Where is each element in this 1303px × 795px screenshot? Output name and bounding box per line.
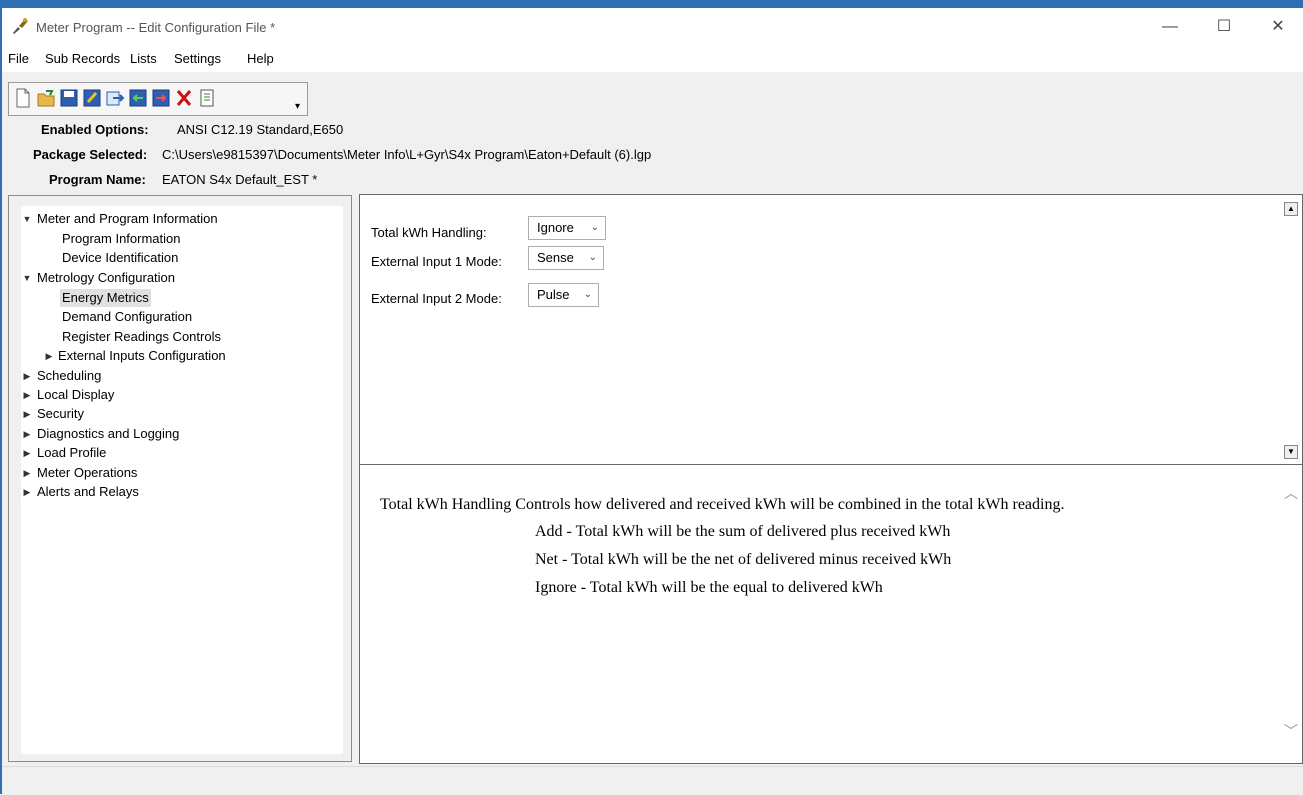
navigation-tree: ▼ Meter and Program Information Program … bbox=[21, 206, 343, 754]
tree-item-label: Security bbox=[37, 406, 84, 421]
description-add: Add - Total kWh will be the sum of deliv… bbox=[535, 523, 951, 540]
tree-item-label: External Inputs Configuration bbox=[58, 348, 226, 363]
chevron-down-icon: ⌄ bbox=[588, 252, 597, 263]
tree-item-label: Metrology Configuration bbox=[37, 270, 176, 285]
expand-arrow-icon[interactable]: ▶ bbox=[21, 386, 33, 404]
minimize-button[interactable]: — bbox=[1147, 12, 1193, 42]
select-value: Sense bbox=[537, 250, 574, 265]
scroll-down-button[interactable]: ▼ bbox=[1284, 445, 1298, 459]
expand-arrow-icon[interactable]: ▶ bbox=[21, 483, 33, 501]
scroll-up-button[interactable]: ▲ bbox=[1284, 202, 1298, 216]
total-kwh-handling-select[interactable]: Ignore ⌄ bbox=[528, 216, 606, 240]
menu-sub-records[interactable]: Sub Records bbox=[45, 51, 120, 66]
external-input-2-mode-label: External Input 2 Mode: bbox=[371, 291, 502, 306]
close-button[interactable]: ✕ bbox=[1255, 12, 1301, 42]
tree-item-label: Diagnostics and Logging bbox=[37, 426, 180, 441]
window-border bbox=[0, 8, 2, 794]
package-selected-value: C:\Users\e9815397\Documents\Meter Info\L… bbox=[162, 147, 652, 162]
toolbar: ▾ bbox=[8, 82, 308, 116]
menu-settings[interactable]: Settings bbox=[174, 51, 221, 66]
menu-lists[interactable]: Lists bbox=[130, 51, 157, 66]
delete-icon[interactable] bbox=[174, 87, 194, 109]
tree-item-label: Local Display bbox=[37, 387, 115, 402]
total-kwh-handling-label: Total kWh Handling: bbox=[371, 225, 487, 240]
expand-arrow-icon[interactable]: ▶ bbox=[21, 444, 33, 462]
external-input-2-mode-select[interactable]: Pulse ⌄ bbox=[528, 283, 599, 307]
tree-item-label: Load Profile bbox=[37, 445, 107, 460]
collapse-arrow-icon[interactable]: ▼ bbox=[21, 210, 33, 228]
clipboard-icon[interactable] bbox=[197, 87, 217, 109]
scroll-down-icon[interactable]: ﹀ bbox=[1284, 721, 1298, 741]
save-icon[interactable] bbox=[59, 87, 79, 109]
title-bar: Meter Program -- Edit Configuration File… bbox=[2, 8, 1303, 46]
expand-arrow-icon[interactable]: ▶ bbox=[21, 464, 33, 482]
tree-item-label: Meter Operations bbox=[37, 465, 138, 480]
expand-arrow-icon[interactable]: ▶ bbox=[43, 347, 55, 365]
new-file-icon[interactable] bbox=[13, 87, 33, 109]
menu-help[interactable]: Help bbox=[247, 51, 274, 66]
export-icon[interactable] bbox=[105, 87, 125, 109]
tree-item-label: Alerts and Relays bbox=[37, 484, 139, 499]
scroll-up-icon[interactable]: ︿ bbox=[1284, 483, 1298, 503]
select-value: Pulse bbox=[537, 287, 570, 302]
tree-item-label: Scheduling bbox=[37, 368, 102, 383]
send-icon[interactable] bbox=[151, 87, 171, 109]
tree-item-label: Device Identification bbox=[62, 250, 179, 265]
expand-arrow-icon[interactable]: ▶ bbox=[21, 405, 33, 423]
menu-bar: File Sub Records Lists Settings Help bbox=[2, 46, 1303, 72]
external-input-1-mode-select[interactable]: Sense ⌄ bbox=[528, 246, 604, 270]
menu-file[interactable]: File bbox=[8, 51, 29, 66]
tree-item-label: Meter and Program Information bbox=[37, 211, 218, 226]
window-title: Meter Program -- Edit Configuration File… bbox=[36, 20, 276, 35]
import-icon[interactable] bbox=[128, 87, 148, 109]
program-name-value: EATON S4x Default_EST * bbox=[162, 172, 318, 187]
tree-item-label: Register Readings Controls bbox=[62, 329, 221, 344]
open-folder-icon[interactable] bbox=[36, 87, 56, 109]
description-text: Total kWh Handling Controls how delivere… bbox=[380, 496, 1065, 513]
chevron-down-icon: ⌄ bbox=[583, 289, 592, 300]
description-net: Net - Total kWh will be the net of deliv… bbox=[535, 551, 952, 568]
tree-item-label: Demand Configuration bbox=[62, 309, 193, 324]
collapse-arrow-icon[interactable]: ▼ bbox=[21, 269, 33, 287]
maximize-button[interactable]: ☐ bbox=[1201, 12, 1247, 42]
properties-panel: Total kWh Handling: Ignore ⌄ External In… bbox=[359, 194, 1303, 484]
external-input-1-mode-label: External Input 1 Mode: bbox=[371, 254, 502, 269]
enabled-options-value: ANSI C12.19 Standard,E650 bbox=[177, 122, 344, 137]
edit-icon[interactable] bbox=[82, 87, 102, 109]
enabled-options-label: Enabled Options: bbox=[41, 122, 149, 137]
description-panel: Total kWh Handling Controls how delivere… bbox=[359, 464, 1303, 764]
description-ignore: Ignore - Total kWh will be the equal to … bbox=[535, 579, 883, 596]
package-selected-label: Package Selected: bbox=[33, 147, 148, 162]
chevron-down-icon: ⌄ bbox=[590, 222, 599, 233]
program-name-label: Program Name: bbox=[49, 172, 146, 187]
expand-arrow-icon[interactable]: ▶ bbox=[21, 367, 33, 385]
navigation-tree-panel: ▼ Meter and Program Information Program … bbox=[8, 195, 352, 762]
desktop-strip bbox=[0, 0, 1303, 8]
tree-item-label: Program Information bbox=[62, 231, 181, 246]
tree-item-label: Energy Metrics bbox=[60, 289, 151, 307]
toolbar-overflow-button[interactable]: ▾ bbox=[295, 101, 300, 112]
app-icon bbox=[13, 18, 28, 34]
select-value: Ignore bbox=[537, 220, 574, 235]
status-bar bbox=[2, 766, 1303, 795]
expand-arrow-icon[interactable]: ▶ bbox=[21, 425, 33, 443]
